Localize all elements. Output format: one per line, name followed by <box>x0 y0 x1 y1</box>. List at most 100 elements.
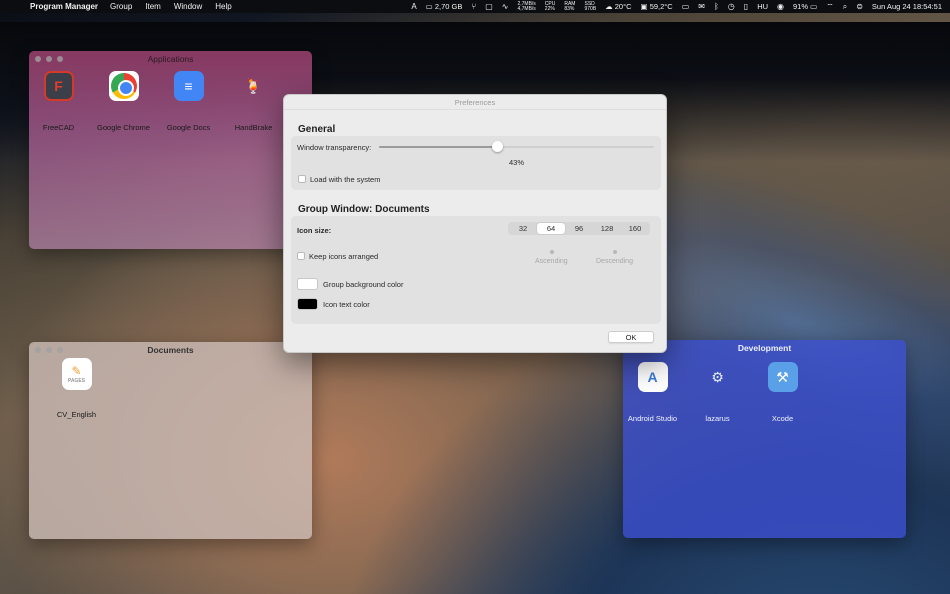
transparency-slider[interactable] <box>379 141 654 152</box>
pages-badge: PAGES <box>67 378 86 384</box>
app-item-handbrake[interactable]: 🍹 HandBrake <box>221 71 286 133</box>
lazarus-icon: ⚙ <box>711 368 724 385</box>
network-speed[interactable]: 2,7MB/s 4,7MB/s <box>517 1 535 12</box>
window-controls <box>35 347 63 353</box>
icon-grid: A Android Studio ⚙ lazarus ⚒ Xcode <box>623 362 815 423</box>
app-item-label: Google Chrome <box>97 123 150 132</box>
icon-size-option-128[interactable]: 128 <box>593 223 621 234</box>
doc-item-cv-english[interactable]: ✎ PAGES CV_English <box>44 358 109 419</box>
close-icon[interactable] <box>35 347 41 353</box>
calendar-icon[interactable]: ▢ <box>485 2 493 11</box>
font-a-icon[interactable]: A <box>411 2 416 11</box>
keep-icons-arranged-checkbox[interactable] <box>297 252 305 260</box>
network-graph-icon[interactable]: ∿ <box>502 2 509 11</box>
input-source[interactable]: HU <box>757 2 768 11</box>
icon-size-option-64[interactable]: 64 <box>537 223 565 234</box>
group-window-applications[interactable]: Applications F FreeCAD Google Chrome ≡ G… <box>29 51 312 249</box>
zoom-icon[interactable] <box>57 347 63 353</box>
window-titlebar[interactable]: Applications <box>29 51 312 67</box>
group-background-color-well[interactable] <box>297 278 318 290</box>
screen-icon[interactable]: ▯ <box>744 2 748 11</box>
icon-size-segmented-control: 32 64 96 128 160 <box>508 222 650 235</box>
group-background-color-label: Group background color <box>323 280 404 289</box>
load-with-system-checkbox[interactable] <box>298 175 306 183</box>
app-item-label: Xcode <box>771 414 794 423</box>
cpu-status[interactable]: CPU 22% <box>545 1 556 12</box>
load-with-system-label: Load with the system <box>310 175 381 184</box>
message-icon[interactable]: ✉ <box>698 2 705 11</box>
app-item-android-studio[interactable]: A Android Studio <box>623 362 685 423</box>
app-item-label: Google Docs <box>166 123 211 132</box>
xcode-icon: ⚒ <box>767 362 798 392</box>
icon-text-color-label: Icon text color <box>323 300 370 309</box>
descending-radio[interactable] <box>613 250 617 254</box>
minimize-icon[interactable] <box>46 56 52 62</box>
ram-status[interactable]: RAM 83% <box>564 1 575 12</box>
handbrake-icon: 🍹 <box>244 77 263 94</box>
utensils-icon[interactable]: ⑂ <box>471 2 476 11</box>
icon-size-option-96[interactable]: 96 <box>565 223 593 234</box>
group-window-heading: Group Window: Documents <box>298 204 430 215</box>
bluetooth-icon[interactable]: ᛒ <box>714 2 719 11</box>
minimize-icon[interactable] <box>46 347 52 353</box>
menu-group[interactable]: Group <box>110 2 132 11</box>
spotlight-search-icon[interactable]: ⌕ <box>843 2 847 12</box>
ok-button[interactable]: OK <box>608 331 654 343</box>
group-window-documents[interactable]: Documents ✎ PAGES CV_English <box>29 342 312 539</box>
control-center-icon[interactable]: ⊜ <box>856 2 863 11</box>
battery-status[interactable]: 91% ▭ <box>793 2 817 11</box>
app-item-google-chrome[interactable]: Google Chrome <box>91 71 156 132</box>
display-icon[interactable]: ▭ <box>682 2 690 11</box>
icon-size-label: Icon size: <box>297 226 332 235</box>
chrome-icon <box>108 71 139 101</box>
android-studio-icon: A <box>637 362 668 392</box>
temperature-value: 59,2°C <box>649 2 673 11</box>
temperature-status[interactable]: ▣ 59,2°C <box>641 2 673 11</box>
time-machine-icon[interactable]: ◷ <box>728 2 735 11</box>
transparency-slider-knob[interactable] <box>492 141 504 152</box>
weather-value: 20°C <box>614 2 632 11</box>
memory-status[interactable]: ▭ 2,70 GB <box>426 2 463 11</box>
app-item-label: lazarus <box>705 414 730 423</box>
app-item-freecad[interactable]: F FreeCAD <box>29 71 91 132</box>
app-item-label: Android Studio <box>627 414 678 423</box>
clock[interactable]: Sun Aug 24 18:54:51 <box>872 2 942 11</box>
group-window-panel: Icon size: 32 64 96 128 160 Keep icons a… <box>291 216 661 324</box>
ascending-radio[interactable] <box>550 250 554 254</box>
ssd-status[interactable]: SSD 970B <box>584 1 597 12</box>
user-icon[interactable]: ◉ <box>777 2 784 11</box>
weather-status[interactable]: ☁ 20°C <box>605 2 631 11</box>
app-item-label: HandBrake <box>234 123 273 132</box>
icon-size-option-32[interactable]: 32 <box>509 223 537 234</box>
window-title: Documents <box>147 345 194 355</box>
ascending-label: Ascending <box>535 258 568 265</box>
freecad-icon: F <box>43 71 74 101</box>
menu-item[interactable]: Item <box>145 2 161 11</box>
group-window-development[interactable]: Development A Android Studio ⚙ lazarus ⚒… <box>623 340 906 538</box>
pages-document-icon: ✎ PAGES <box>61 358 92 390</box>
icon-grid: F FreeCAD Google Chrome ≡ Google Docs 🍹 … <box>29 71 286 132</box>
zoom-icon[interactable] <box>57 56 63 62</box>
general-heading: General <box>298 124 336 135</box>
window-titlebar[interactable]: Documents <box>29 342 312 358</box>
app-item-google-docs[interactable]: ≡ Google Docs <box>156 71 221 132</box>
app-item-label: FreeCAD <box>42 123 75 132</box>
ram-value: 83% <box>564 5 575 12</box>
menu-window[interactable]: Window <box>174 2 202 11</box>
close-icon[interactable] <box>35 56 41 62</box>
ssd-value: 970B <box>584 5 597 12</box>
preferences-title: Preferences <box>284 95 666 110</box>
app-item-xcode[interactable]: ⚒ Xcode <box>750 362 815 423</box>
transparency-label: Window transparency: <box>297 143 372 152</box>
icon-text-color-well[interactable] <box>297 298 318 310</box>
icon-size-option-160[interactable]: 160 <box>621 223 649 234</box>
memory-value: 2,70 GB <box>434 2 463 11</box>
transparency-value: 43% <box>509 158 525 167</box>
menu-bar: Program Manager Group Item Window Help A… <box>0 0 950 13</box>
app-menu[interactable]: Program Manager <box>30 2 98 11</box>
wifi-icon[interactable]: ⌔ <box>826 2 834 12</box>
window-title: Development <box>737 343 792 353</box>
menu-help[interactable]: Help <box>215 2 231 11</box>
preferences-dialog: Preferences General Window transparency:… <box>283 94 667 353</box>
app-item-lazarus[interactable]: ⚙ lazarus <box>685 362 750 424</box>
